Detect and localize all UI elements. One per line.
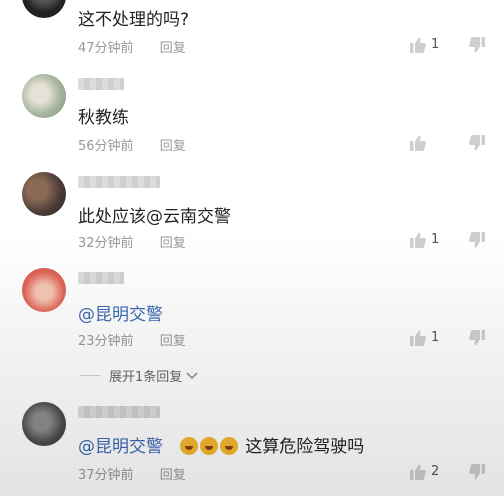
like-count: 1 — [431, 37, 440, 52]
avatar[interactable] — [22, 172, 66, 216]
reply-button[interactable]: 回复 — [160, 41, 186, 56]
reply-button[interactable]: 回复 — [160, 334, 186, 349]
thumbs-down-icon[interactable] — [468, 231, 486, 249]
comment-time: 47分钟前 — [78, 41, 134, 56]
reply-button[interactable]: 回复 — [160, 236, 186, 251]
comment-time: 56分钟前 — [78, 139, 134, 154]
comment-time: 32分钟前 — [78, 236, 134, 251]
expand-replies-button[interactable]: 展开1条回复 — [109, 366, 198, 385]
thumbs-up-icon — [410, 464, 426, 480]
comment-text: 这不处理的吗? — [78, 10, 190, 30]
comment-meta: 32分钟前 回复 — [78, 232, 186, 251]
avatar[interactable] — [22, 74, 66, 118]
comment-meta: 37分钟前 回复 — [78, 464, 186, 483]
username-blurred[interactable] — [78, 406, 160, 418]
laughing-emoji-icon — [179, 437, 198, 455]
comment-text: @昆明交警 — [78, 300, 163, 325]
like-count: 1 — [431, 232, 440, 247]
like-button[interactable]: 2 — [409, 463, 449, 483]
thumbs-up-icon — [410, 232, 426, 248]
reply-button[interactable]: 回复 — [160, 468, 186, 483]
comment-time: 37分钟前 — [78, 468, 134, 483]
like-button[interactable]: 1 — [409, 231, 449, 251]
username-blurred[interactable] — [78, 78, 124, 90]
avatar[interactable] — [22, 402, 66, 446]
laughing-emoji-icon — [219, 437, 238, 455]
avatar[interactable] — [22, 268, 66, 312]
like-count: 2 — [431, 464, 440, 479]
thumbs-up-icon — [410, 135, 426, 151]
thumbs-down-icon[interactable] — [468, 329, 486, 347]
laughing-emoji-icon — [199, 437, 218, 455]
comment-body: 这算危险驾驶吗 — [245, 437, 365, 457]
avatar[interactable] — [22, 0, 66, 18]
chevron-down-icon — [186, 372, 198, 380]
comment-meta: 23分钟前 回复 — [78, 330, 186, 349]
thumbs-down-icon[interactable] — [468, 134, 486, 152]
like-button[interactable] — [409, 134, 449, 154]
mention-link[interactable]: @昆明交警 — [78, 305, 163, 325]
thumbs-up-icon — [410, 37, 426, 53]
thumbs-down-icon[interactable] — [468, 463, 486, 481]
comment-time: 23分钟前 — [78, 334, 134, 349]
username-blurred[interactable] — [78, 272, 124, 284]
comment-text: 此处应该@云南交警 — [78, 207, 231, 227]
thumbs-down-icon[interactable] — [468, 36, 486, 54]
comment-meta: 47分钟前 回复 — [78, 37, 186, 56]
mention-link[interactable]: @昆明交警 — [78, 437, 163, 457]
username-blurred[interactable] — [78, 176, 160, 188]
comment-meta: 56分钟前 回复 — [78, 135, 186, 154]
comment-text: 秋教练 — [78, 108, 129, 128]
expand-replies-label: 展开1条回复 — [109, 370, 183, 385]
like-count: 1 — [431, 330, 440, 345]
like-button[interactable]: 1 — [409, 36, 449, 56]
like-button[interactable]: 1 — [409, 329, 449, 349]
comment-text: @昆明交警 这算危险驾驶吗 — [78, 432, 364, 457]
reply-button[interactable]: 回复 — [160, 139, 186, 154]
divider — [80, 375, 100, 376]
thumbs-up-icon — [410, 330, 426, 346]
